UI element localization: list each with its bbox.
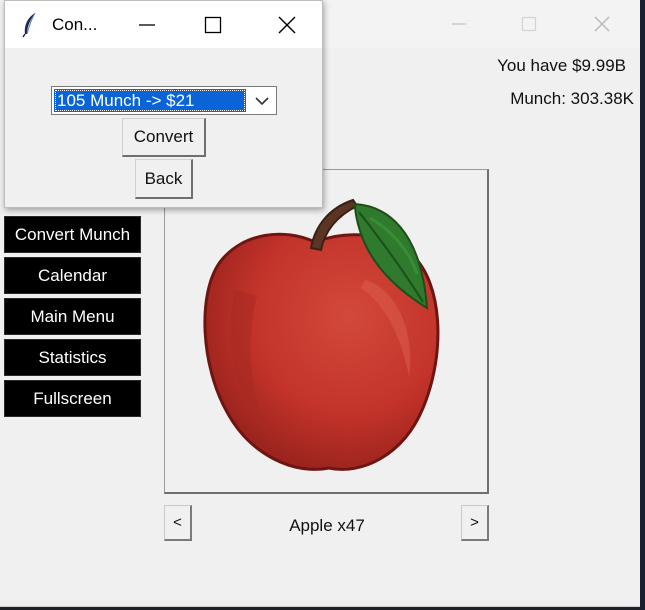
convert-button[interactable]: Convert — [122, 118, 206, 157]
calendar-button[interactable]: Calendar — [4, 257, 141, 294]
fullscreen-button[interactable]: Fullscreen — [4, 380, 141, 417]
statistics-button[interactable]: Statistics — [4, 339, 141, 376]
maximize-icon — [204, 16, 222, 34]
close-icon — [278, 16, 296, 34]
item-count-label: Apple x47 — [289, 516, 365, 535]
convert-window-title: Con... — [52, 15, 98, 34]
main-menu-button[interactable]: Main Menu — [4, 298, 141, 335]
chevron-down-icon — [255, 96, 269, 105]
dropdown-arrow[interactable] — [250, 89, 274, 112]
convert-munch-button[interactable]: Convert Munch — [4, 216, 141, 253]
conversion-rate-dropdown[interactable]: 105 Munch -> $21 — [51, 86, 277, 115]
previous-item-button[interactable]: < — [164, 505, 192, 541]
desktop-background-edge — [640, 0, 645, 610]
main-minimize-button[interactable] — [424, 0, 494, 48]
next-item-button[interactable]: > — [461, 505, 489, 541]
main-close-button[interactable] — [567, 0, 637, 48]
minimize-icon — [139, 24, 155, 26]
minimize-icon — [452, 23, 466, 25]
convert-minimize-button[interactable] — [127, 5, 167, 45]
item-image-frame — [164, 169, 489, 494]
convert-close-button[interactable] — [267, 5, 307, 45]
munch-label: Munch: 303.38K — [510, 89, 634, 108]
maximize-icon — [521, 16, 537, 32]
main-maximize-button[interactable] — [494, 0, 564, 48]
money-label: You have $9.99B — [497, 56, 626, 75]
back-button[interactable]: Back — [135, 159, 193, 199]
convert-window: Con... 105 Munch -> $21 Convert Back — [4, 0, 323, 208]
apple-icon — [203, 198, 440, 471]
convert-titlebar: Con... — [5, 1, 322, 48]
conversion-rate-value: 105 Munch -> $21 — [54, 89, 246, 112]
feather-icon — [22, 12, 36, 38]
close-icon — [594, 16, 610, 32]
convert-maximize-button[interactable] — [193, 5, 233, 45]
